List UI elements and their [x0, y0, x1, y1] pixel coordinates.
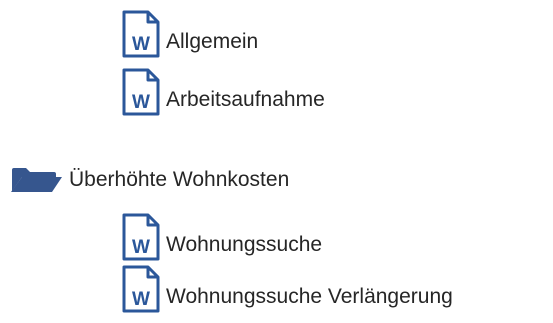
svg-text:W: W	[132, 92, 150, 113]
word-document-icon: W	[120, 10, 162, 58]
tree-item-label: Wohnungssuche Verlängerung	[166, 285, 453, 308]
folder-open-icon	[10, 167, 64, 193]
tree-item-label: Allgemein	[166, 30, 259, 53]
tree-item-label: Wohnungssuche	[166, 233, 323, 256]
folder-ueberhoehte-wohnkosten[interactable]: Überhöhte Wohnkosten	[10, 167, 289, 193]
tree-item-arbeitsaufnahme[interactable]: W Arbeitsaufnahme	[120, 68, 325, 116]
tree-item-wohnungssuche-verlaengerung[interactable]: W Wohnungssuche Verlängerung	[120, 265, 453, 313]
svg-text:W: W	[132, 237, 150, 258]
folder-label: Überhöhte Wohnkosten	[69, 168, 290, 191]
svg-text:W: W	[132, 34, 150, 55]
tree-item-label: Arbeitsaufnahme	[166, 88, 325, 111]
tree-item-allgemein[interactable]: W Allgemein	[120, 10, 258, 58]
svg-text:W: W	[132, 289, 150, 310]
tree-item-wohnungssuche[interactable]: W Wohnungssuche	[120, 213, 322, 261]
word-document-icon: W	[120, 213, 162, 261]
word-document-icon: W	[120, 265, 162, 313]
word-document-icon: W	[120, 68, 162, 116]
